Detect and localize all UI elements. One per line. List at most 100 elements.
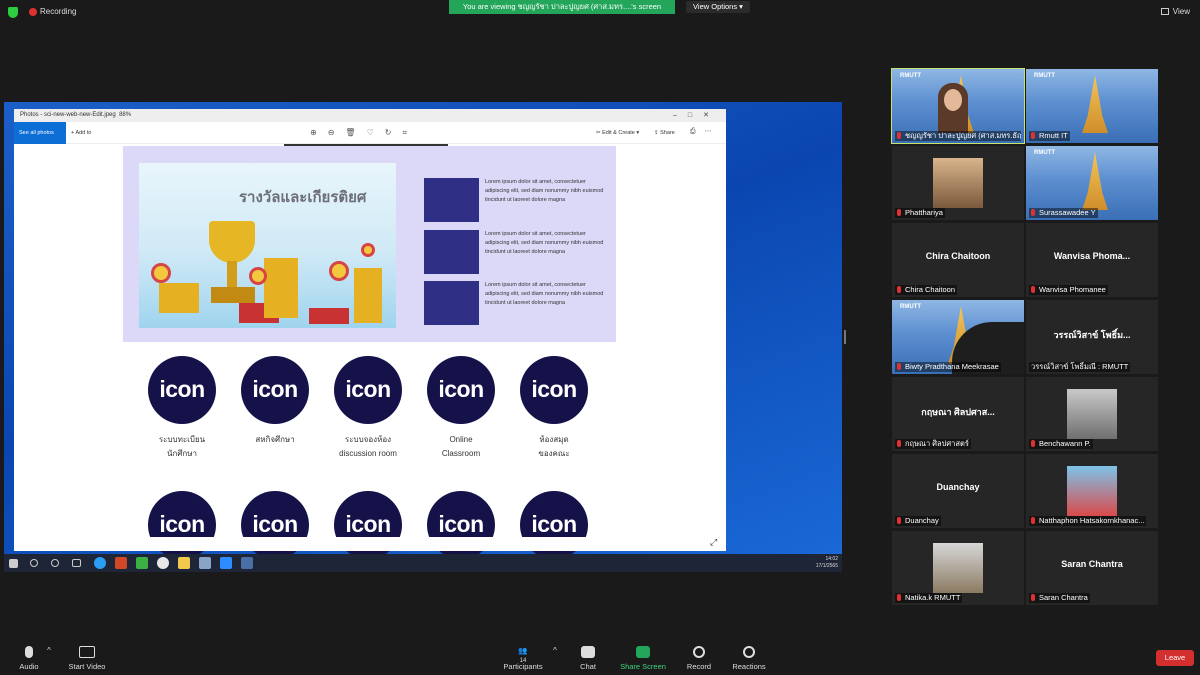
share-screen-icon xyxy=(636,646,650,658)
participant-tile[interactable]: RMUTT Biwty Pradthana Meekrasae xyxy=(892,300,1024,374)
banner-title: รางวัลและเกียรติยศ xyxy=(239,188,367,206)
muted-mic-icon xyxy=(897,517,901,524)
participant-tile[interactable]: วรรณ์วิสาข์ โพธิ์ม... วรรณ์วิสาข์ โพธิ์ม… xyxy=(1026,300,1158,374)
chrome-icon[interactable] xyxy=(157,557,169,569)
participant-tile[interactable]: Duanchay Duanchay xyxy=(892,454,1024,528)
placeholder-square xyxy=(424,178,479,222)
app-icon[interactable] xyxy=(199,557,211,569)
start-video-button[interactable]: Start Video xyxy=(52,638,122,671)
participant-tile[interactable]: Natika.k RMUTT xyxy=(892,531,1024,605)
medal-icon xyxy=(151,263,171,283)
participant-name: Rmutt IT xyxy=(1029,131,1070,141)
participant-name: Saran Chantra xyxy=(1029,593,1090,603)
placeholder-icon: icon xyxy=(241,356,309,424)
muted-mic-icon xyxy=(1031,440,1035,447)
muted-mic-icon xyxy=(1031,132,1035,139)
participant-tile[interactable]: Wanvisa Phoma... Wanvisa Phomanee xyxy=(1026,223,1158,297)
participants-icon: 👥14 xyxy=(518,646,528,664)
recording-label: Recording xyxy=(40,7,77,16)
participant-photo xyxy=(933,158,983,208)
trophies-image: รางวัลและเกียรติยศ xyxy=(139,163,396,328)
print-more-icons[interactable]: ⎙⋯ xyxy=(690,122,721,142)
lorem-text: Lorem ipsum dolor sit amet, consectetuer… xyxy=(485,179,604,203)
participant-tile[interactable]: Benchawann P. xyxy=(1026,377,1158,451)
muted-mic-icon xyxy=(897,594,901,601)
participant-tile[interactable]: Phatthariya xyxy=(892,146,1024,220)
icon-label: ระบบทะเบียน นักศึกษา xyxy=(158,435,206,458)
expand-icon[interactable]: ⤢ xyxy=(710,537,717,548)
participant-photo xyxy=(1067,466,1117,516)
windows-start-icon[interactable] xyxy=(9,559,18,568)
powerpoint-icon[interactable] xyxy=(115,557,127,569)
line-app-icon[interactable] xyxy=(136,557,148,569)
record-icon xyxy=(693,646,705,658)
grid-icon xyxy=(1160,8,1169,15)
participant-display-name: กฤษณา ศิลปศาส... xyxy=(921,407,995,417)
participant-name: กฤษณา ศิลปศาสตร์ xyxy=(895,439,971,449)
participant-name: Phatthariya xyxy=(895,208,945,218)
top-bar: Recording You are viewing ชญญรัชา ปาละปู… xyxy=(0,0,1200,24)
participant-tile[interactable]: Natthaphon Hatsakornkhanac... xyxy=(1026,454,1158,528)
icon-label: ระบบจองห้อง discussion room xyxy=(339,435,397,458)
participant-tile[interactable]: RMUTT Surassawadee Y xyxy=(1026,146,1158,220)
viewing-screen-banner: You are viewing ชญญรัชา ปาละปูญยศ (ศาส.ม… xyxy=(449,0,675,14)
meeting-controls-bar: Audio ^ Start Video 👥14 Participants ^ Ch… xyxy=(0,638,1200,675)
taskbar-clock: 14:02 17/1/2565 xyxy=(815,556,838,569)
participant-display-name: Chira Chaitoon xyxy=(925,251,991,261)
participant-tile[interactable]: Chira Chaitoon Chira Chaitoon xyxy=(892,223,1024,297)
lorem-text: Lorem ipsum dolor sit amet, consectetuer… xyxy=(485,282,604,306)
edge-icon[interactable] xyxy=(94,557,106,569)
zoom-icon[interactable] xyxy=(220,557,232,569)
placeholder-square xyxy=(424,281,479,325)
placeholder-icon: icon xyxy=(427,356,495,424)
security-shield-icon[interactable] xyxy=(8,7,18,18)
share-button[interactable]: ⇪ Share xyxy=(654,122,675,144)
photos-toolbar: See all photos + Add to ⊕⊖🗑♡↻⌗ ✂ Edit & … xyxy=(14,122,726,144)
smiley-icon xyxy=(743,646,755,658)
placeholder-icon: icon xyxy=(148,356,216,424)
placeholder-square xyxy=(424,230,479,274)
medal-icon xyxy=(329,261,349,281)
cortana-icon[interactable] xyxy=(51,559,59,567)
participant-name: Biwty Pradthana Meekrasae xyxy=(895,362,1001,372)
muted-mic-icon xyxy=(897,440,901,447)
photos-app-window: Photos - sci-new-web-new-Edit.jpeg 88% –… xyxy=(14,109,726,559)
file-explorer-icon[interactable] xyxy=(178,557,190,569)
muted-mic-icon xyxy=(1031,209,1035,216)
participant-tile[interactable]: RMUTT ชญญรัชา ปาละปูญยศ (ศาส.มทร.ธัญ... xyxy=(891,68,1025,144)
participant-tile[interactable]: Saran Chantra Saran Chantra xyxy=(1026,531,1158,605)
view-button[interactable]: View xyxy=(1160,7,1190,16)
reactions-button[interactable]: Reactions xyxy=(714,638,784,671)
see-all-photos-button[interactable]: See all photos xyxy=(14,122,66,144)
participant-display-name: วรรณ์วิสาข์ โพธิ์ม... xyxy=(1053,330,1131,340)
participant-display-name: Saran Chantra xyxy=(1061,559,1123,569)
placeholder-icon: icon xyxy=(334,356,402,424)
awards-banner: รางวัลและเกียรติยศ Lorem ipsum dolor sit… xyxy=(123,146,616,342)
view-options-button[interactable]: View Options ▾ xyxy=(686,1,750,13)
panel-divider-handle[interactable] xyxy=(844,330,846,344)
muted-mic-icon xyxy=(1031,286,1035,293)
window-controls[interactable]: –□✕ xyxy=(673,109,720,122)
participant-photo xyxy=(933,543,983,593)
participant-display-name: Wanvisa Phoma... xyxy=(1053,251,1131,261)
participant-name: Surassawadee Y xyxy=(1029,208,1098,218)
add-to-button[interactable]: + Add to xyxy=(71,122,91,144)
task-view-icon[interactable] xyxy=(72,559,81,567)
muted-mic-icon xyxy=(897,363,901,370)
edit-create-button[interactable]: ✂ Edit & Create ▾ xyxy=(596,122,639,144)
icon-label: สหกิจศึกษา xyxy=(255,435,295,444)
muted-mic-icon xyxy=(1031,517,1035,524)
participant-name: Chira Chaitoon xyxy=(895,285,958,295)
participant-name: Wanvisa Phomanee xyxy=(1029,285,1108,295)
search-icon[interactable] xyxy=(30,559,38,567)
placeholder-icon: icon xyxy=(520,356,588,424)
lorem-text: Lorem ipsum dolor sit amet, consectetuer… xyxy=(485,231,604,255)
participant-tile[interactable]: กฤษณา ศิลปศาส... กฤษณา ศิลปศาสตร์ xyxy=(892,377,1024,451)
muted-mic-icon xyxy=(897,209,901,216)
photos-taskbar-icon[interactable] xyxy=(241,557,253,569)
photo-tool-icons[interactable]: ⊕⊖🗑♡↻⌗ xyxy=(310,122,418,144)
participant-name: Benchawann P. xyxy=(1029,439,1093,449)
muted-mic-icon xyxy=(1031,594,1035,601)
participant-tile[interactable]: RMUTT Rmutt IT xyxy=(1026,69,1158,143)
leave-button[interactable]: Leave xyxy=(1156,650,1194,666)
